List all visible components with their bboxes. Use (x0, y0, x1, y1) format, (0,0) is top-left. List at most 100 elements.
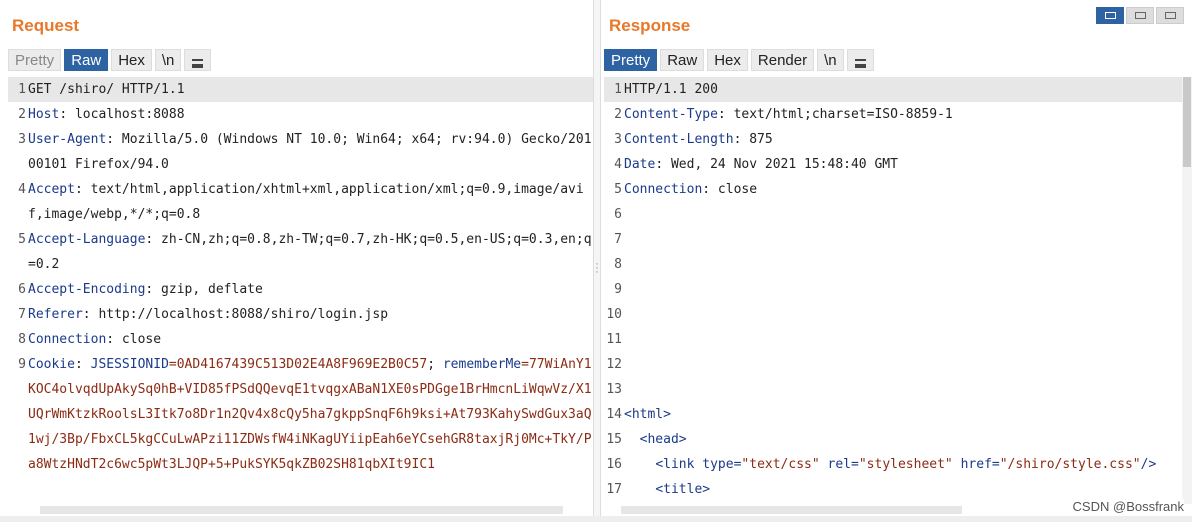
split-view-button[interactable] (1096, 7, 1124, 24)
code-line[interactable]: 13 (604, 377, 1192, 402)
response-menu-button[interactable] (846, 49, 874, 71)
code-line[interactable]: 11 (604, 327, 1192, 352)
code-line[interactable]: 2 Content-Type: text/html;charset=ISO-885… (604, 102, 1192, 127)
line-number: 3 (614, 132, 622, 147)
code-line[interactable]: 8 (604, 252, 1192, 277)
response-tab-render[interactable]: Render (750, 49, 815, 71)
code-token: Cookie (28, 357, 75, 372)
code-token: Accept-Language (28, 232, 146, 247)
line-text: Content-Length: 875 (624, 127, 1192, 152)
code-line[interactable]: 7 Referer: http://localhost:8088/shiro/lo… (8, 302, 593, 327)
code-line[interactable]: 5 Connection: close (604, 177, 1192, 202)
line-text (624, 227, 1192, 252)
pane-divider[interactable]: · · · (593, 0, 601, 522)
code-token: : gzip, deflate (145, 282, 263, 297)
code-line[interactable]: 8 Connection: close (8, 327, 593, 352)
code-line[interactable]: 7 (604, 227, 1192, 252)
code-line[interactable]: 1 HTTP/1.1 200 (604, 77, 1192, 102)
request-tab-raw[interactable]: Raw (64, 49, 109, 71)
code-line[interactable]: 6 Accept-Encoding: gzip, deflate (8, 277, 593, 302)
code-line[interactable]: 3 User-Agent: Mozilla/5.0 (Windows NT 10.… (8, 127, 593, 177)
response-editor[interactable]: 1 HTTP/1.1 200 2 Content-Type: text/html;ch… (604, 77, 1192, 504)
line-number: 6 (614, 207, 622, 222)
hamburger-icon (192, 59, 204, 68)
code-token: : localhost:8088 (59, 107, 185, 122)
code-line[interactable]: 12 (604, 352, 1192, 377)
line-text: Cookie: JSESSIONID=0AD4167439C513D02E4A8… (28, 352, 593, 477)
code-line[interactable]: 9 (604, 277, 1192, 302)
response-horizontal-scrollbar[interactable] (621, 506, 962, 514)
code-line[interactable]: 16 <link type="text/css" rel="stylesheet… (604, 452, 1192, 477)
code-token: : Wed, 24 Nov 2021 15:48:40 GMT (655, 157, 898, 172)
line-text (624, 252, 1192, 277)
line-number: 9 (18, 357, 26, 372)
line-text: Accept-Language: zh-CN,zh;q=0.8,zh-TW;q=… (28, 227, 593, 277)
line-text: Accept-Encoding: gzip, deflate (28, 277, 593, 302)
code-token: : http://localhost:8088/shiro/login.jsp (82, 307, 389, 322)
line-text (624, 352, 1192, 377)
code-token: rel= (819, 457, 859, 472)
line-number: 7 (614, 232, 622, 247)
request-editor[interactable]: 1 GET /shiro/ HTTP/1.1 2 Host: localhost:80… (8, 77, 593, 504)
line-number: 5 (18, 232, 26, 247)
code-token: Content-Type (624, 107, 718, 122)
split-view-icon (1105, 12, 1116, 19)
code-token: rememberMe (442, 357, 522, 372)
line-text: Referer: http://localhost:8088/shiro/log… (28, 302, 593, 327)
code-token: : 875 (733, 132, 773, 147)
response-tab-pretty[interactable]: Pretty (604, 49, 658, 71)
line-number: 10 (606, 307, 622, 322)
code-line[interactable]: 4 Date: Wed, 24 Nov 2021 15:48:40 GMT (604, 152, 1192, 177)
code-token: <title> (624, 482, 711, 497)
code-line[interactable]: 9 Cookie: JSESSIONID=0AD4167439C513D02E4A… (8, 352, 593, 477)
code-line[interactable]: 2 Host: localhost:8088 (8, 102, 593, 127)
horizontal-view-button[interactable] (1126, 7, 1154, 24)
response-tab-raw[interactable]: Raw (660, 49, 705, 71)
request-toolbar: Pretty Raw Hex \n (8, 49, 212, 71)
code-token: type= (702, 457, 742, 472)
code-token: =77WiAnY1KOC4olvqdUpAkySq0hB+VID85fPSdQQ… (28, 357, 592, 472)
line-number: 3 (18, 132, 26, 147)
response-tab-newline[interactable]: \n (817, 49, 844, 71)
request-horizontal-scrollbar[interactable] (40, 506, 563, 514)
code-token: Accept (28, 182, 75, 197)
code-token: "text/css" (741, 457, 820, 472)
drag-handle-icon: · · · (595, 258, 599, 278)
code-token: "/shiro/style.css" (999, 457, 1141, 472)
request-tab-newline[interactable]: \n (154, 49, 182, 71)
response-vertical-scrollbar[interactable] (1182, 77, 1192, 504)
code-line[interactable]: 5 Accept-Language: zh-CN,zh;q=0.8,zh-TW;q… (8, 227, 593, 277)
watermark: CSDN @Bossfrank (1072, 499, 1184, 514)
layout-switcher (1096, 7, 1184, 24)
line-number: 8 (614, 257, 622, 272)
request-menu-button[interactable] (184, 49, 212, 71)
code-line[interactable]: 4 Accept: text/html,application/xhtml+xml… (8, 177, 593, 227)
code-line[interactable]: 3 Content-Length: 875 (604, 127, 1192, 152)
line-text: Connection: close (624, 177, 1192, 202)
request-tab-pretty[interactable]: Pretty (8, 49, 62, 71)
line-text (624, 327, 1192, 352)
line-number: 12 (606, 357, 622, 372)
response-tab-hex[interactable]: Hex (707, 49, 748, 71)
line-text: Date: Wed, 24 Nov 2021 15:48:40 GMT (624, 152, 1192, 177)
line-text: HTTP/1.1 200 (624, 77, 1192, 102)
code-token: href= (952, 457, 1000, 472)
code-line[interactable]: 6 (604, 202, 1192, 227)
request-pane: Request Pretty Raw Hex \n 1 GET /shiro/ H… (0, 0, 593, 522)
code-line[interactable]: 14 <html> (604, 402, 1192, 427)
code-line[interactable]: 10 (604, 302, 1192, 327)
line-text: <html> (624, 402, 1192, 427)
code-token: User-Agent (28, 132, 107, 147)
scroll-thumb[interactable] (1183, 77, 1191, 167)
code-token: "stylesheet" (858, 457, 953, 472)
line-number: 17 (606, 482, 622, 497)
code-line[interactable]: 15 <head> (604, 427, 1192, 452)
line-number: 13 (606, 382, 622, 397)
single-view-button[interactable] (1156, 7, 1184, 24)
response-pane: Response Pretty Raw Hex Render \n 1 HTTP/… (601, 0, 1192, 522)
line-number: 8 (18, 332, 26, 347)
line-number: 1 (18, 82, 26, 97)
code-token: Host (28, 107, 60, 122)
code-line[interactable]: 1 GET /shiro/ HTTP/1.1 (8, 77, 593, 102)
request-tab-hex[interactable]: Hex (111, 49, 152, 71)
